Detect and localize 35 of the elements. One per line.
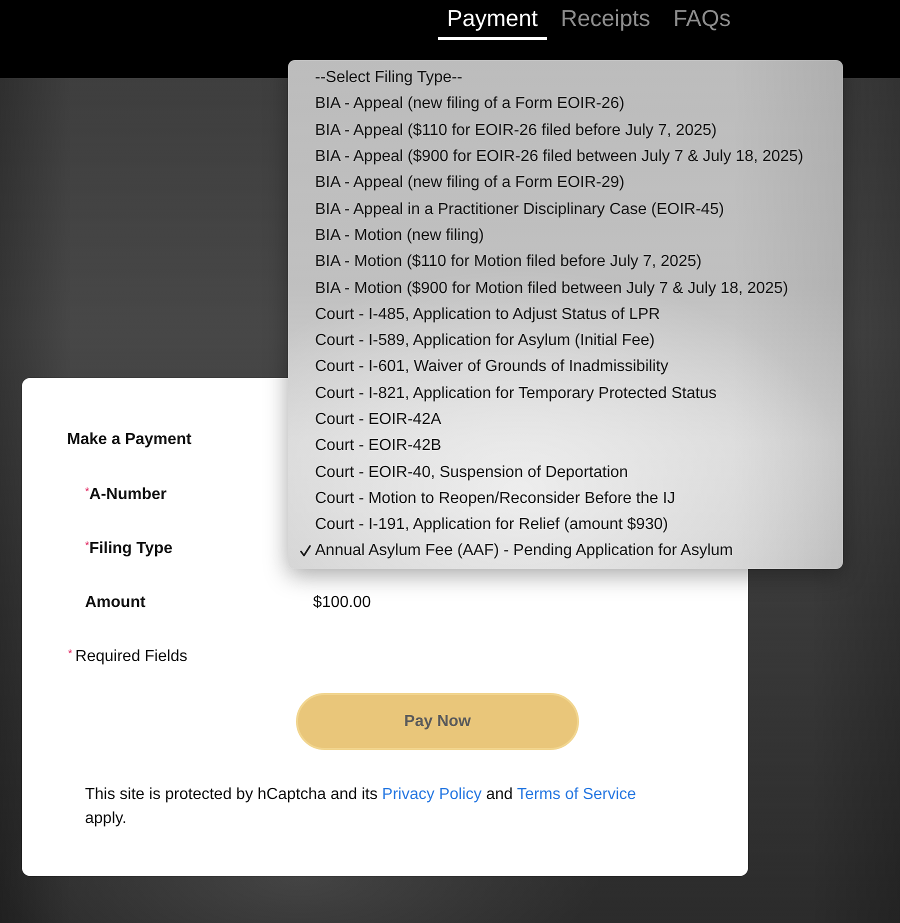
field-value: $100.00 xyxy=(313,593,371,613)
menu-option[interactable]: --Select Filing Type-- xyxy=(288,65,843,92)
menu-option[interactable]: BIA - Motion (new filing) xyxy=(288,222,843,250)
menu-option[interactable]: BIA - Motion ($110 for Motion filed before July 7, 2025) xyxy=(288,249,843,276)
required-asterisk: * xyxy=(85,540,90,552)
required-asterisk: * xyxy=(68,648,72,660)
field-label: Filing Type xyxy=(89,539,173,559)
field-label: Amount xyxy=(85,593,146,613)
menu-option[interactable]: Court - I-601, Waiver of Grounds of Inadmissibility xyxy=(288,354,843,381)
menu-option[interactable]: Court - EOIR-40, Suspension of Deportation xyxy=(288,459,843,486)
menu-option[interactable]: BIA - Motion ($900 for Motion filed between July 7 & July 18, 2025) xyxy=(288,275,843,302)
required-asterisk: * xyxy=(85,486,90,498)
required-note: Required Fields xyxy=(75,647,188,667)
inline-link[interactable]: Privacy Policy xyxy=(382,786,482,803)
menu-option[interactable]: BIA - Appeal ($110 for EOIR-26 filed before July 7, 2025) xyxy=(288,118,843,144)
menu-option[interactable]: Court - I-589, Application for Asylum (Initial Fee) xyxy=(288,328,843,354)
menu-option[interactable]: BIA - Appeal in a Practitioner Disciplinary Case (EOIR-45) xyxy=(288,196,843,223)
menu-option[interactable]: BIA - Appeal (new filing of a Form EOIR-29) xyxy=(288,170,843,196)
menu-option[interactable]: Court - I-191, Application for Relief (amount $930) xyxy=(288,512,843,538)
menu-option[interactable]: Annual Asylum Fee (AAF) - Pending Application for Asylum xyxy=(288,538,843,565)
form-title: Make a Payment xyxy=(67,430,192,450)
menu-option[interactable]: Court - I-485, Application to Adjust Status of LPR xyxy=(288,302,843,328)
captcha-notice: This site is protected by hCaptcha and its Privacy Policy and Terms of Service apply. xyxy=(85,785,638,829)
menu-option[interactable]: BIA - Appeal ($900 for EOIR-26 filed between July 7 & July 18, 2025) xyxy=(288,144,843,170)
nav-tab[interactable]: FAQs xyxy=(664,0,740,40)
nav-tab[interactable]: Payment xyxy=(438,0,547,40)
menu-option[interactable]: Court - I-821, Application for Temporary Protected Status xyxy=(288,380,843,407)
nav-tab[interactable]: Receipts xyxy=(552,0,660,40)
pay-now-button[interactable]: Pay Now xyxy=(296,693,579,750)
menu-option[interactable]: Court - EOIR-42A xyxy=(288,406,843,434)
inline-link[interactable]: Terms of Service xyxy=(516,786,636,803)
field-label: A-Number xyxy=(89,485,167,505)
menu-option[interactable]: Court - EOIR-42B xyxy=(288,433,843,460)
menu-option[interactable]: Court - Motion to Reopen/Reconsider Before the IJ xyxy=(288,486,843,512)
menu-option[interactable]: BIA - Appeal (new filing of a Form EOIR-26) xyxy=(288,91,843,118)
